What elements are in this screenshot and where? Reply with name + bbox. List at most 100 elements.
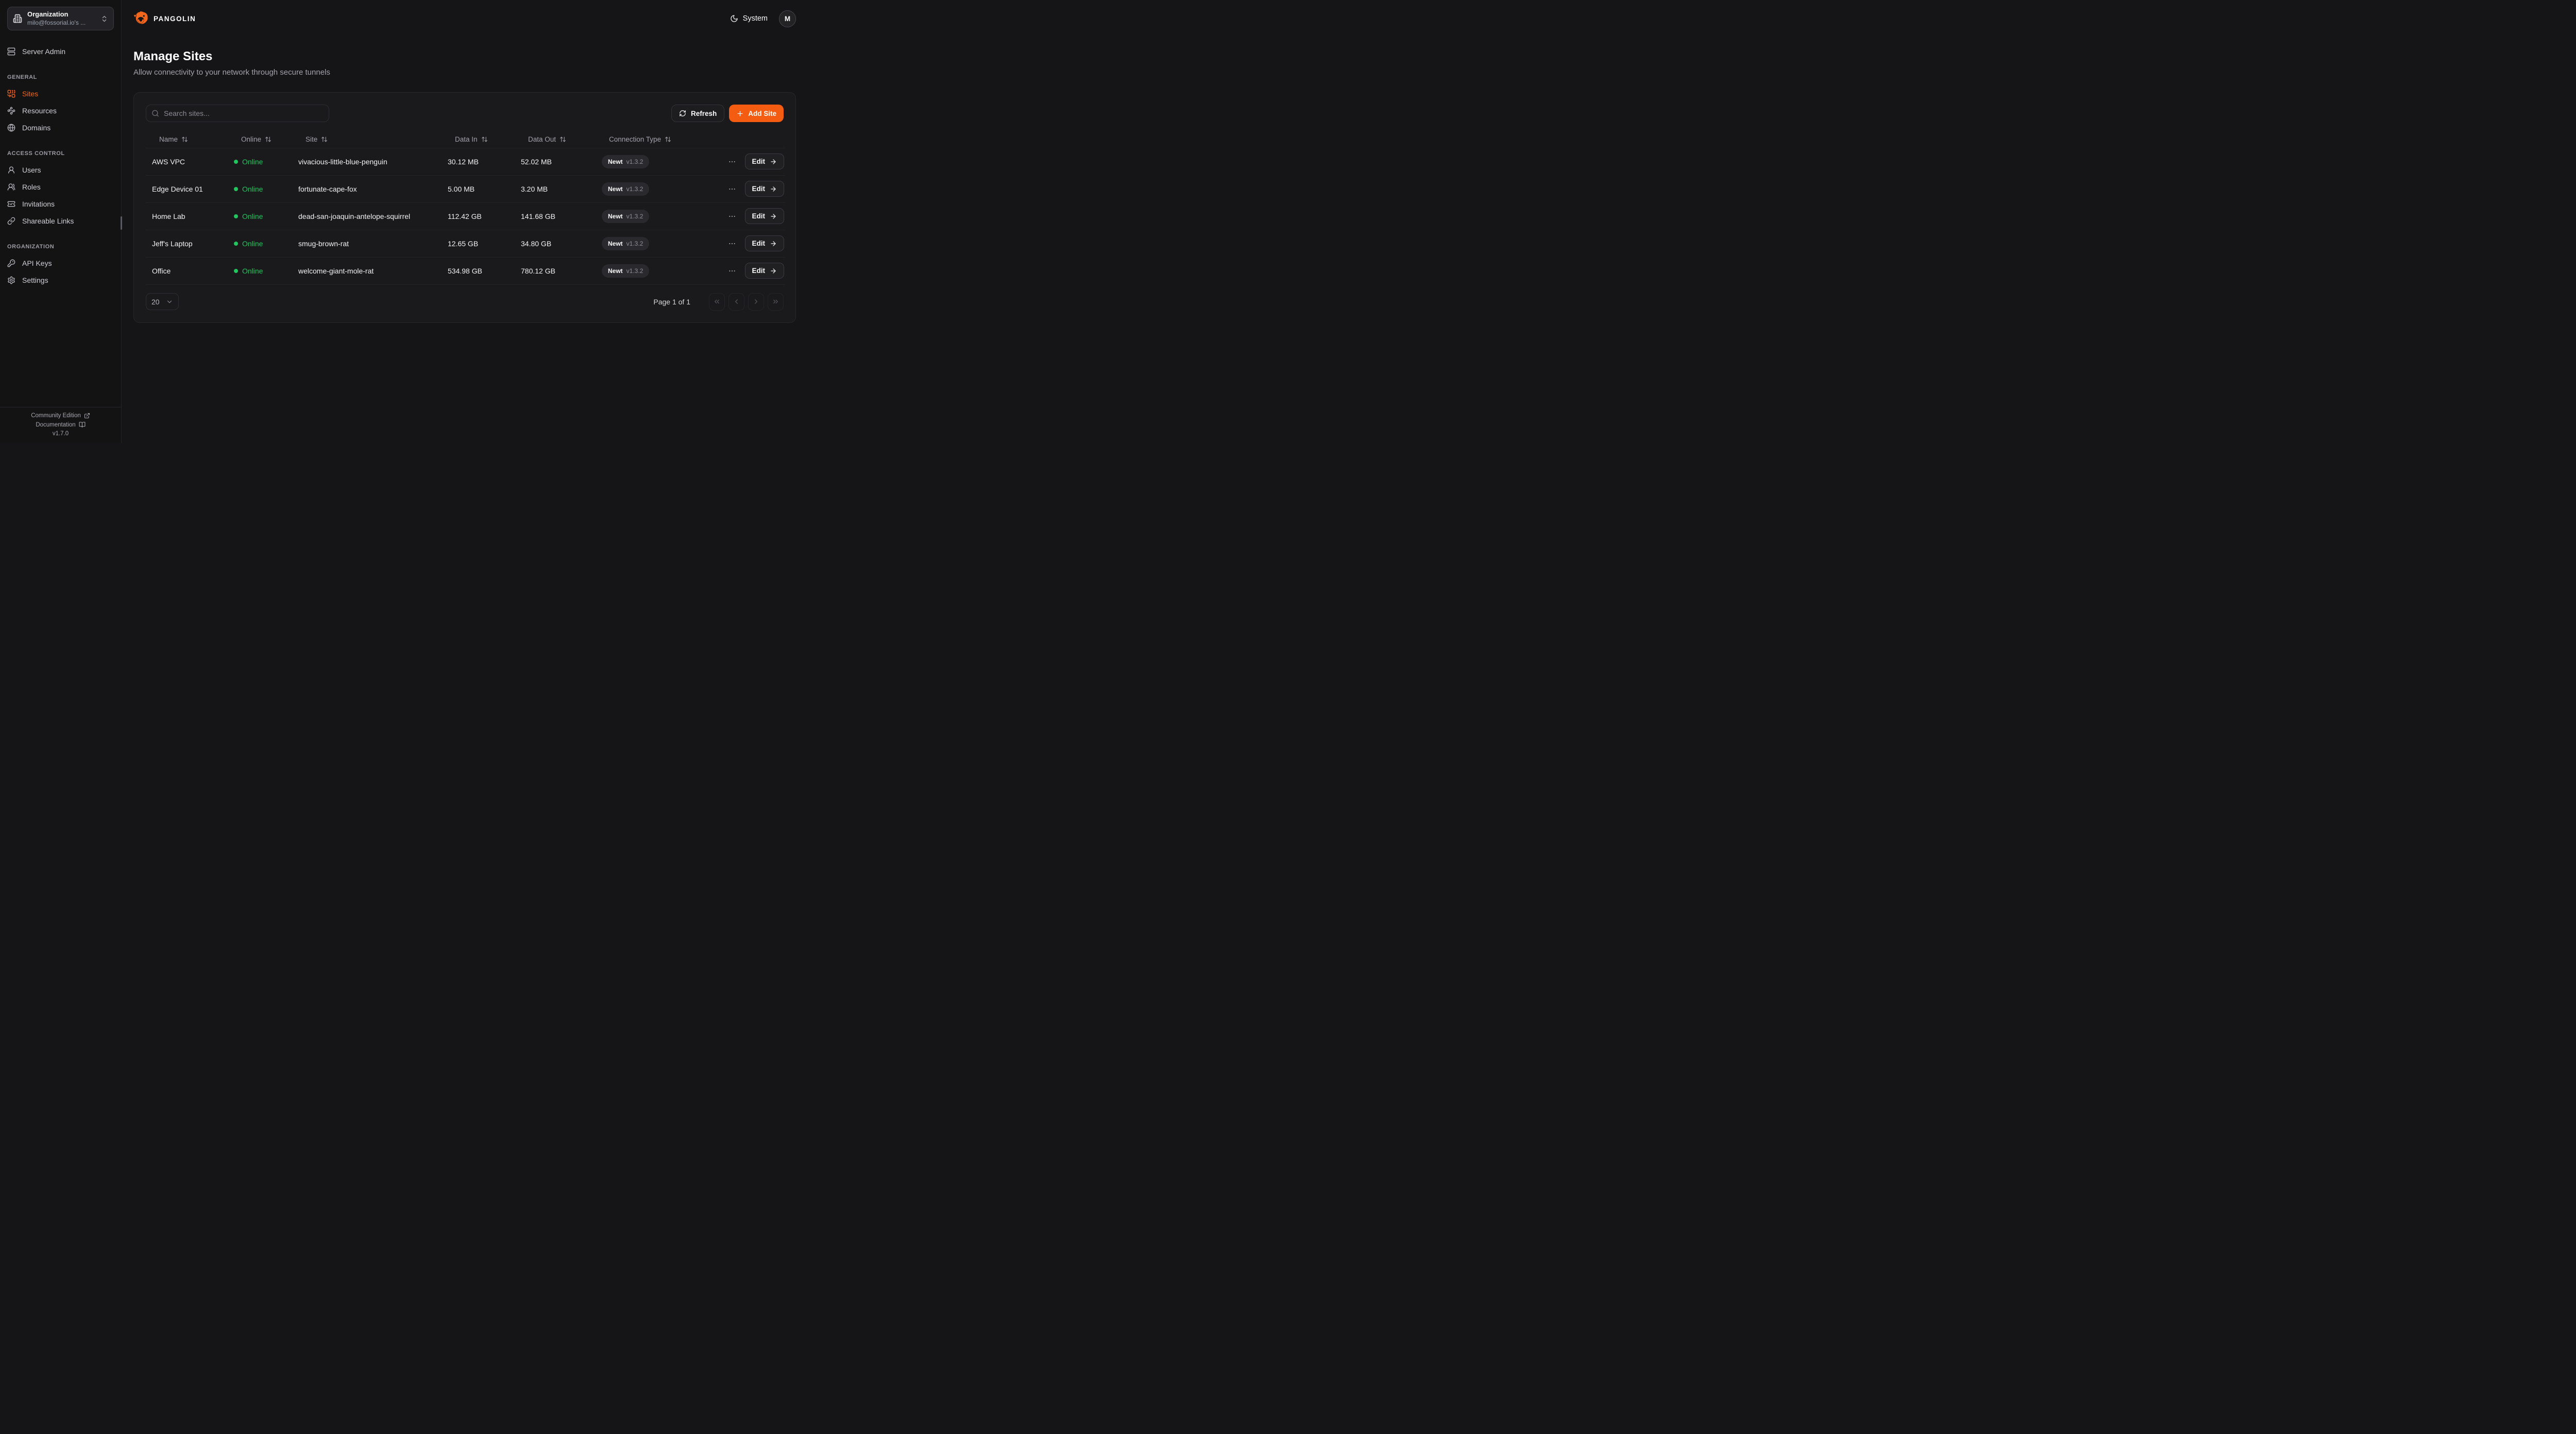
moon-icon: [730, 14, 738, 23]
connection-name: Newt: [608, 185, 623, 193]
data-out-cell: 52.02 MB: [515, 148, 596, 175]
documentation-link[interactable]: Documentation: [36, 421, 85, 428]
search-input[interactable]: [146, 105, 329, 122]
edit-label: Edit: [752, 212, 766, 220]
site-id-cell: dead-san-joaquin-antelope-squirrel: [292, 202, 442, 230]
sort-data-out-header[interactable]: Data Out: [515, 135, 566, 143]
connection-type-badge: Newtv1.3.2: [602, 264, 649, 278]
site-name-cell: Jeff's Laptop: [146, 230, 228, 257]
data-in-cell: 534.98 GB: [442, 257, 515, 284]
chevron-left-icon: [733, 298, 740, 305]
chevron-down-icon: [166, 298, 173, 305]
previous-page-button[interactable]: [728, 293, 744, 311]
page-title: Manage Sites: [133, 49, 796, 64]
topbar: PANGOLIN System M: [122, 0, 808, 37]
sidebar-item-sites[interactable]: Sites: [7, 85, 114, 102]
sort-icon: [181, 136, 188, 143]
sites-table: Name Online Site Data In Data Out Connec…: [146, 131, 785, 285]
building-icon: [13, 14, 22, 23]
sidebar-item-server-admin[interactable]: Server Admin: [7, 43, 114, 60]
pangolin-logo: PANGOLIN: [133, 11, 196, 26]
add-site-button[interactable]: Add Site: [729, 105, 784, 122]
edit-label: Edit: [752, 240, 766, 247]
actions-cell: Edit: [720, 257, 785, 284]
edit-button[interactable]: Edit: [745, 235, 785, 251]
sort-name-header[interactable]: Name: [146, 135, 188, 143]
status-label: Online: [242, 185, 263, 193]
sidebar-item-shareable-links[interactable]: Shareable Links: [7, 212, 114, 229]
sidebar-item-api-keys[interactable]: API Keys: [7, 254, 114, 271]
sort-icon: [560, 136, 566, 143]
page-size-select[interactable]: 20: [146, 293, 179, 310]
status-cell: Online: [228, 148, 292, 175]
sidebar-item-label: Sites: [22, 90, 38, 98]
table-row: Jeff's Laptop Online smug-brown-rat 12.6…: [146, 230, 785, 257]
sidebar-item-settings[interactable]: Settings: [7, 271, 114, 288]
sidebar-item-roles[interactable]: Roles: [7, 178, 114, 195]
sidebar-item-resources[interactable]: Resources: [7, 102, 114, 119]
sites-toolbar: Refresh Add Site: [146, 105, 784, 122]
sort-data-in-header[interactable]: Data In: [442, 135, 488, 143]
connection-type-badge: Newtv1.3.2: [602, 155, 649, 168]
org-selector[interactable]: Organization milo@fossorial.io's ...: [7, 7, 114, 30]
connection-type-cell: Newtv1.3.2: [596, 175, 720, 202]
edit-button[interactable]: Edit: [745, 181, 785, 197]
page-header: Manage Sites Allow connectivity to your …: [122, 37, 808, 77]
connection-name: Newt: [608, 213, 623, 220]
add-site-label: Add Site: [748, 110, 776, 117]
row-menu-button[interactable]: [726, 183, 738, 195]
row-menu-button[interactable]: [726, 265, 738, 277]
row-menu-button[interactable]: [726, 156, 738, 168]
data-out-cell: 141.68 GB: [515, 202, 596, 230]
sort-site-header[interactable]: Site: [292, 135, 328, 143]
refresh-label: Refresh: [691, 110, 717, 117]
edit-button[interactable]: Edit: [745, 208, 785, 224]
org-title: Organization: [27, 11, 95, 18]
online-dot-icon: [234, 187, 238, 191]
row-menu-button[interactable]: [726, 237, 738, 250]
sidebar-item-label: Server Admin: [22, 47, 65, 56]
theme-label: System: [743, 14, 768, 23]
actions-cell: Edit: [720, 175, 785, 202]
edit-button[interactable]: Edit: [745, 153, 785, 169]
arrow-right-icon: [770, 185, 777, 193]
last-page-button[interactable]: [768, 293, 784, 311]
app-version: v1.7.0: [53, 431, 69, 437]
sidebar-item-domains[interactable]: Domains: [7, 119, 114, 136]
table-header-row: Name Online Site Data In Data Out Connec…: [146, 131, 785, 148]
connection-name: Newt: [608, 158, 623, 165]
online-dot-icon: [234, 160, 238, 164]
theme-toggle-button[interactable]: System: [730, 14, 768, 23]
sidebar-resize-handle[interactable]: [121, 216, 122, 230]
combine-icon: [7, 90, 15, 98]
site-id-cell: vivacious-little-blue-penguin: [292, 148, 442, 175]
sort-connection-type-header[interactable]: Connection Type: [596, 135, 671, 143]
edit-label: Edit: [752, 185, 766, 193]
next-page-button[interactable]: [748, 293, 764, 311]
avatar[interactable]: M: [779, 10, 796, 27]
data-out-cell: 3.20 MB: [515, 175, 596, 202]
row-menu-button[interactable]: [726, 210, 738, 223]
table-row: AWS VPC Online vivacious-little-blue-pen…: [146, 148, 785, 175]
sidebar-item-label: Resources: [22, 107, 57, 115]
first-page-button[interactable]: [709, 293, 725, 311]
sidebar-item-users[interactable]: Users: [7, 161, 114, 178]
arrow-right-icon: [770, 267, 777, 275]
sidebar-item-invitations[interactable]: Invitations: [7, 195, 114, 212]
edit-label: Edit: [752, 158, 766, 165]
community-edition-link[interactable]: Community Edition: [31, 413, 90, 419]
sidebar-footer: Community Edition Documentation v1.7.0: [0, 407, 121, 443]
ticket-check-icon: [7, 200, 15, 208]
table-row: Edge Device 01 Online fortunate-cape-fox…: [146, 175, 785, 202]
section-label-access-control: ACCESS CONTROL: [7, 146, 114, 161]
edit-button[interactable]: Edit: [745, 263, 785, 279]
sort-online-header[interactable]: Online: [228, 135, 272, 143]
ellipsis-icon: [728, 185, 736, 193]
data-out-cell: 780.12 GB: [515, 257, 596, 284]
pangolin-logo-icon: [133, 11, 149, 26]
sidebar-item-label: Invitations: [22, 200, 55, 208]
org-subtitle: milo@fossorial.io's ...: [27, 20, 95, 26]
refresh-button[interactable]: Refresh: [671, 105, 724, 122]
ellipsis-icon: [728, 267, 736, 275]
brand-name: PANGOLIN: [154, 15, 196, 23]
